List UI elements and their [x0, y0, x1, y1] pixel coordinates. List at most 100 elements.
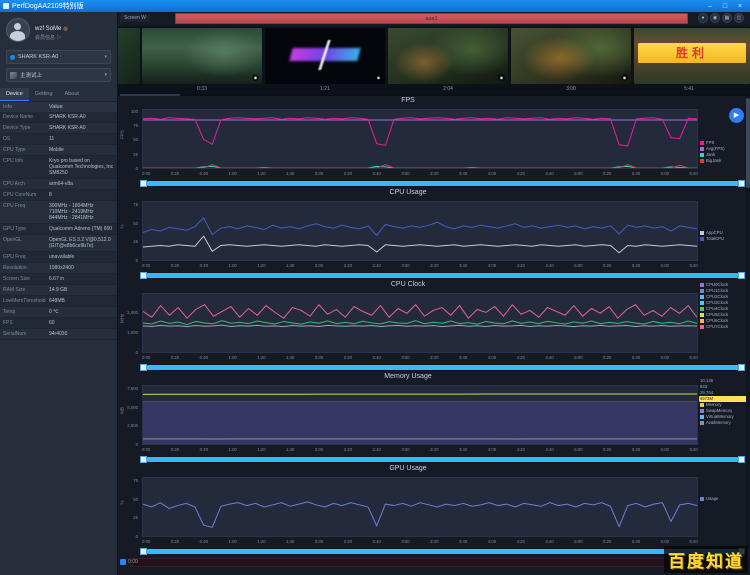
timeline-checkbox[interactable]: [120, 559, 126, 565]
x-tick-label: 3:40: [459, 171, 467, 178]
scrollbar-handle-left[interactable]: [140, 272, 147, 279]
tab-getting[interactable]: Getting: [29, 88, 59, 101]
plot-area[interactable]: [142, 109, 698, 169]
session-bar[interactable]: aaa1: [175, 13, 688, 24]
legend-swatch: [700, 421, 704, 425]
time-range-scrollbar[interactable]: [140, 180, 745, 187]
x-tick-label: 4:00: [488, 171, 496, 178]
info-value: SHARK KSR-A0: [46, 112, 117, 122]
info-row: SerialNum94r4030: [0, 329, 117, 340]
device-dropdown[interactable]: SHARK KSR-A0 ▾: [6, 50, 111, 64]
camera-icon: ◉: [252, 74, 259, 81]
screenshot-icon[interactable]: ◉: [710, 13, 720, 23]
legend-swatch: [700, 307, 704, 311]
gpu-usage-chart: GPU Usage % 0255075 0:000:200:401:001:20…: [118, 464, 750, 556]
time-range-scrollbar[interactable]: [140, 456, 745, 463]
camera-icon: ◉: [621, 74, 628, 81]
plot-area[interactable]: [142, 477, 698, 537]
user-name: wzf SoMe: [35, 26, 61, 32]
scrollbar-handle-right[interactable]: [738, 272, 745, 279]
info-table-header: Info Value: [0, 102, 117, 112]
chart-canvas: [143, 202, 697, 260]
x-tick-label: 1:40: [286, 355, 294, 362]
x-tick-label: 2:20: [344, 263, 352, 270]
user-card[interactable]: wzf SoMe◎ 会员信息 ▷: [0, 12, 117, 46]
y-tick-label: 50: [133, 221, 138, 227]
x-tick-label: 3:40: [459, 355, 467, 362]
vertical-scrollbar-thumb[interactable]: [746, 98, 750, 188]
x-tick-label: 4:40: [545, 539, 553, 546]
vertical-scrollbar[interactable]: [746, 96, 750, 547]
info-row: OpenGLOpenGL ES 3.2 V@0.512.0 (GIT@e8b6c…: [0, 235, 117, 252]
x-tick-label: 5:00: [574, 263, 582, 270]
bottom-timeline-bar[interactable]: [130, 558, 744, 567]
chart-title: GPU Usage: [118, 465, 698, 472]
legend-item[interactable]: AvailMemory: [699, 420, 749, 426]
legend-item[interactable]: CPU7Clock: [699, 324, 749, 330]
info-label: FPS: [0, 318, 46, 328]
legend-swatch: [700, 141, 704, 145]
scrollbar-handle-left[interactable]: [140, 180, 147, 187]
x-tick-label: 3:40: [459, 447, 467, 454]
chart-canvas: [143, 386, 697, 444]
tab-about[interactable]: About: [59, 88, 85, 101]
plot-area[interactable]: [142, 385, 698, 445]
legend-item[interactable]: TotalCPU: [699, 236, 749, 242]
video-thumbnail[interactable]: ◉: [265, 28, 385, 84]
x-axis: 0:000:200:401:001:201:402:002:202:403:00…: [142, 447, 698, 454]
scrollbar-handle-left[interactable]: [140, 548, 147, 555]
info-value: 14.9 GB: [46, 285, 117, 295]
scrollbar-track[interactable]: [147, 549, 738, 554]
x-tick-label: 2:20: [344, 171, 352, 178]
screen-tab[interactable]: Screen W: [120, 14, 150, 22]
minimize-button[interactable]: –: [703, 1, 717, 12]
video-thumbnail[interactable]: ◉: [511, 28, 631, 84]
close-button[interactable]: ×: [733, 1, 747, 12]
scrollbar-track[interactable]: [147, 273, 738, 278]
export-icon[interactable]: ◫: [734, 13, 744, 23]
play-button[interactable]: ▶: [729, 108, 744, 123]
gallery-icon[interactable]: ▦: [722, 13, 732, 23]
info-row: RAM Size14.9 GB: [0, 285, 117, 296]
x-tick-label: 6:20: [689, 171, 697, 178]
x-tick-label: 3:40: [459, 263, 467, 270]
legend-item[interactable]: Usage: [699, 496, 749, 502]
legend-item[interactable]: BigJank: [699, 158, 749, 164]
video-timestamp: 2:04: [388, 86, 508, 92]
x-tick-label: 1:20: [257, 539, 265, 546]
video-thumbnail[interactable]: ◉: [142, 28, 262, 84]
time-range-scrollbar[interactable]: [140, 364, 745, 371]
plot-area[interactable]: [142, 293, 698, 353]
scrollbar-track[interactable]: [147, 457, 738, 462]
video-thumbnail[interactable]: [118, 28, 140, 84]
time-range-scrollbar[interactable]: [140, 272, 745, 279]
maximize-button[interactable]: □: [718, 1, 732, 12]
scrollbar-handle-right[interactable]: [738, 456, 745, 463]
x-tick-label: 4:40: [545, 447, 553, 454]
scrollbar-handle-left[interactable]: [140, 364, 147, 371]
time-range-scrollbar[interactable]: [140, 548, 745, 555]
y-axis: 02,5005,0007,500: [118, 385, 140, 445]
test-mode-dropdown[interactable]: 主测试上 ▾: [6, 68, 111, 82]
y-tick-label: 0: [136, 258, 138, 264]
scrollbar-handle-left[interactable]: [140, 456, 147, 463]
scrollbar-track[interactable]: [147, 365, 738, 370]
tab-device[interactable]: Device: [0, 88, 29, 101]
y-tick-label: 50: [133, 137, 138, 143]
x-tick-label: 5:00: [574, 447, 582, 454]
legend-swatch: [700, 153, 704, 157]
info-value: unavailable: [46, 252, 117, 262]
scrollbar-handle-right[interactable]: [738, 180, 745, 187]
user-subtitle[interactable]: 会员信息 ▷: [35, 35, 68, 42]
record-icon[interactable]: ●: [698, 13, 708, 23]
info-value: 94r4030: [46, 329, 117, 339]
scrollbar-handle-right[interactable]: [738, 364, 745, 371]
video-thumbnail[interactable]: ◉: [388, 28, 508, 84]
info-label: GPU Type: [0, 224, 46, 234]
scrollbar-track[interactable]: [147, 181, 738, 186]
video-thumbnail[interactable]: 胜利: [634, 28, 750, 84]
info-row: Screen Size6.67 in: [0, 274, 117, 285]
device-dropdown-label: SHARK KSR-A0: [18, 54, 101, 60]
plot-area[interactable]: [142, 201, 698, 261]
x-axis: 0:000:200:401:001:201:402:002:202:403:00…: [142, 263, 698, 270]
